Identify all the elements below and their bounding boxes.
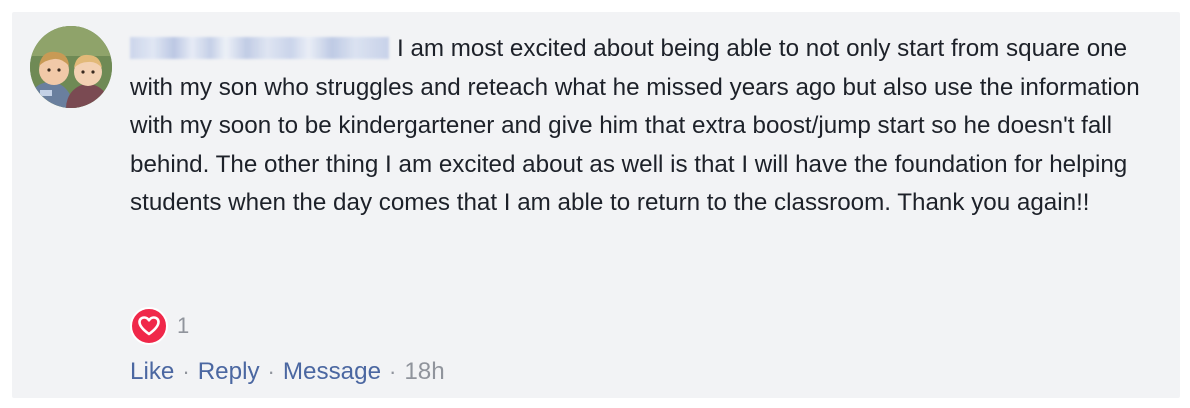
reaction-summary[interactable]: 1 <box>130 306 189 346</box>
comment-body: I am most excited about being able to no… <box>130 30 1140 223</box>
separator: · <box>267 359 275 384</box>
avatar[interactable] <box>30 26 112 108</box>
comment-text: I am most excited about being able to no… <box>130 35 1140 216</box>
separator: · <box>182 359 190 384</box>
comment-actions: Like · Reply · Message · 18h <box>130 352 445 392</box>
reply-link[interactable]: Reply <box>198 352 260 392</box>
comment-card: I am most excited about being able to no… <box>12 12 1180 398</box>
heart-icon <box>130 307 168 345</box>
separator: · <box>389 359 397 384</box>
timestamp[interactable]: 18h <box>404 352 444 392</box>
author-name-redacted[interactable] <box>130 37 389 59</box>
message-link[interactable]: Message <box>283 352 381 392</box>
like-link[interactable]: Like <box>130 352 174 392</box>
reaction-count: 1 <box>177 313 190 338</box>
